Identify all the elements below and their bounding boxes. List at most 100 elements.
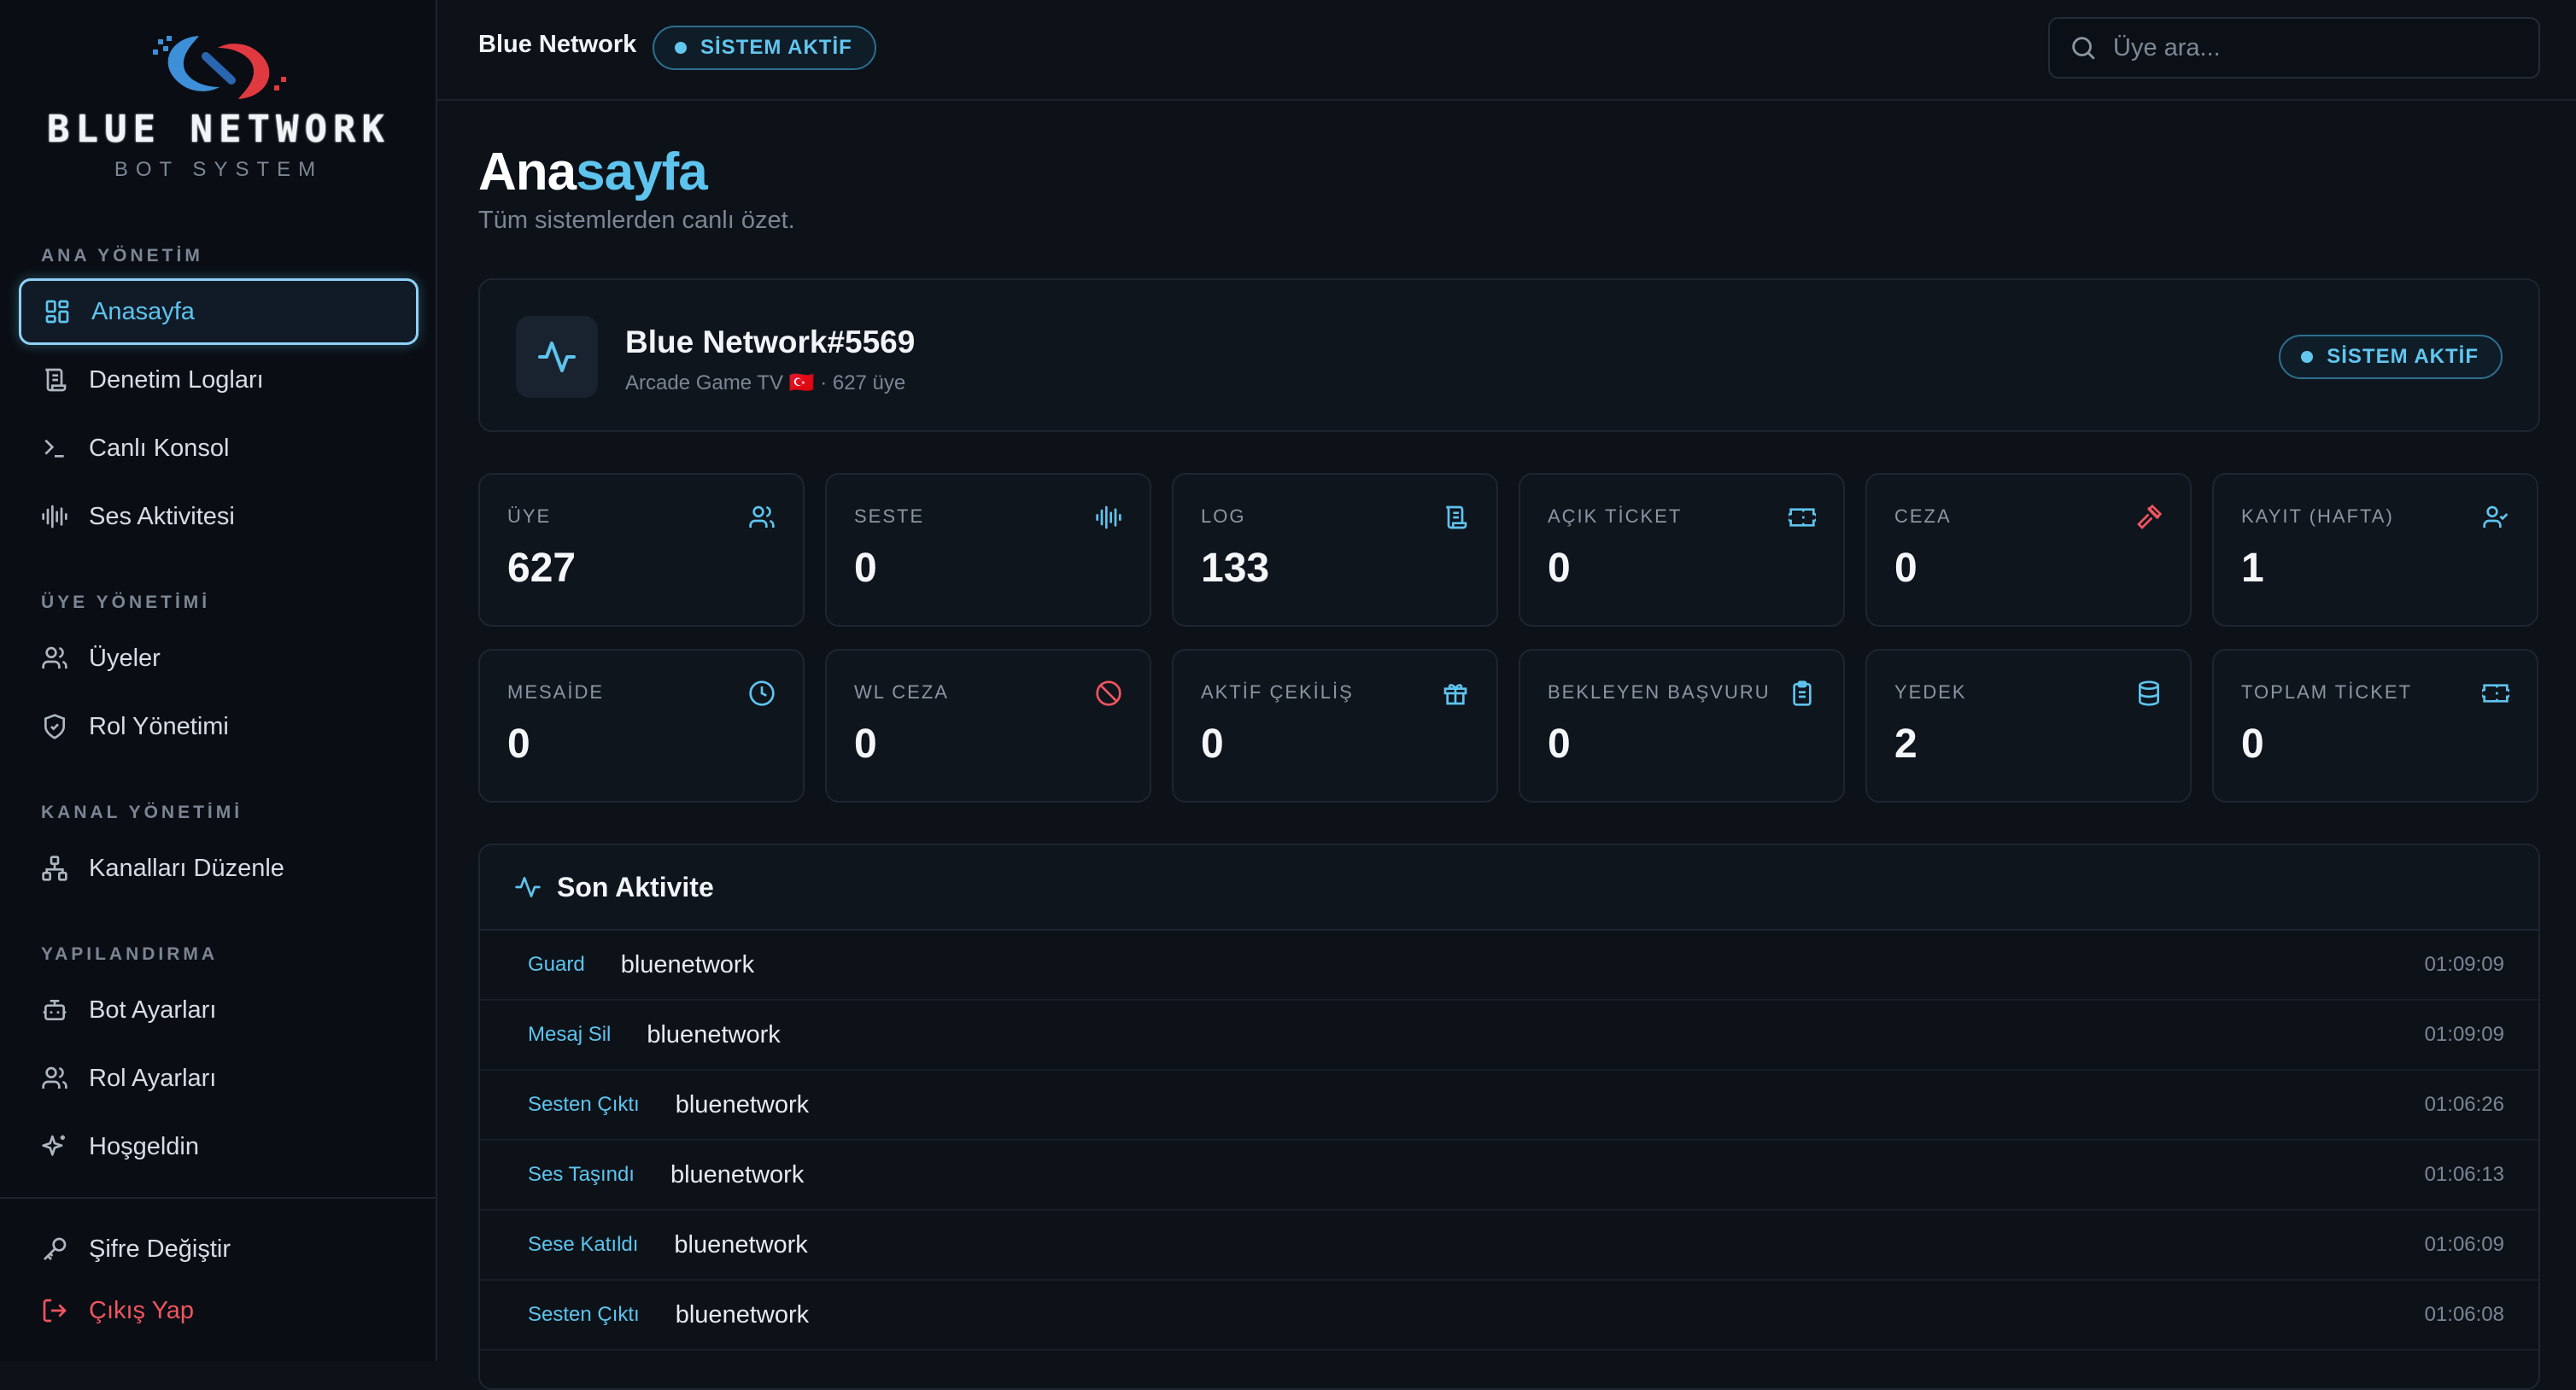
scroll-icon bbox=[45, 368, 67, 392]
activity-type: Sese Katıldı bbox=[528, 1233, 639, 1256]
sidebar-item-rol-yonetimi[interactable]: Rol Yönetimi bbox=[19, 693, 419, 760]
stat-label: MESAİDE bbox=[507, 681, 605, 703]
topbar-title: Blue Network bbox=[478, 31, 637, 58]
sidebar-item-hosgeldin[interactable]: Hoşgeldin bbox=[19, 1113, 419, 1180]
activity-row[interactable]: Ses Taşındı bluenetwork 01:06:13 bbox=[480, 1141, 2538, 1211]
logout-icon bbox=[43, 1299, 67, 1323]
sidebar-item-canli-konsol[interactable]: Canlı Konsol bbox=[19, 415, 419, 482]
sidebar-item-bot-ayarlari[interactable]: Bot Ayarları bbox=[19, 977, 419, 1043]
brand: BLUE NETWORK BOT SYSTEM bbox=[0, 31, 437, 182]
activity-icon bbox=[515, 877, 541, 897]
sidebar-item-rol-ayarlari[interactable]: Rol Ayarları bbox=[19, 1045, 419, 1112]
activity-user: bluenetwork bbox=[675, 1300, 810, 1329]
stat-label: LOG bbox=[1201, 505, 1246, 527]
logout-button[interactable]: Çıkış Yap bbox=[19, 1277, 419, 1344]
activity-type: Guard bbox=[528, 953, 585, 976]
activity-type: Sesten Çıktı bbox=[528, 1303, 640, 1326]
activity-user: bluenetwork bbox=[674, 1230, 808, 1259]
section-label-ana-yonetim: ANA YÖNETİM bbox=[41, 246, 203, 266]
status-badge-label: SİSTEM AKTİF bbox=[700, 36, 852, 59]
stat-label: AÇIK TİCKET bbox=[1548, 505, 1683, 527]
activity-time: 01:06:08 bbox=[2424, 1303, 2504, 1326]
gift-icon bbox=[1443, 684, 1467, 705]
stat-label: ÜYE bbox=[507, 505, 552, 527]
stat-value: 0 bbox=[2241, 721, 2264, 767]
search-icon bbox=[2072, 37, 2095, 60]
stat-value: 0 bbox=[1548, 546, 1571, 591]
activity-user: bluenetwork bbox=[620, 950, 755, 978]
stat-card-aktif-cekilis: AKTİF ÇEKİLİŞ 0 bbox=[1172, 649, 1498, 803]
stat-value: 627 bbox=[507, 546, 577, 591]
sidebar-item-sifre-degistir[interactable]: Şifre Değiştir bbox=[19, 1216, 419, 1282]
sidebar-item-kanallari-duzenle[interactable]: Kanalları Düzenle bbox=[19, 835, 419, 902]
sidebar-item-label: Rol Ayarları bbox=[89, 1064, 217, 1092]
stat-card-kayit-hafta: KAYIT (HAFTA) 1 bbox=[2212, 473, 2538, 627]
bot-icon bbox=[43, 1000, 67, 1020]
gavel-icon bbox=[2137, 504, 2163, 529]
audio-wave-icon bbox=[42, 505, 67, 529]
stat-card-bekleyen-basvuru: BEKLEYEN BAŞVURU 0 bbox=[1519, 649, 1845, 803]
stat-card-toplam-ticket: TOPLAM TİCKET 0 bbox=[2212, 649, 2538, 803]
stat-label: WL CEZA bbox=[854, 681, 949, 703]
sidebar-item-ses-aktivitesi[interactable]: Ses Aktivitesi bbox=[19, 483, 419, 550]
sidebar-item-label: Ses Aktivitesi bbox=[89, 502, 235, 530]
search-input[interactable] bbox=[2111, 32, 2521, 63]
activity-type: Sesten Çıktı bbox=[528, 1093, 640, 1116]
scroll-icon bbox=[1446, 505, 1467, 529]
users-icon bbox=[749, 505, 775, 528]
clipboard-icon bbox=[1793, 680, 1812, 706]
stat-value: 0 bbox=[854, 721, 877, 767]
activity-row[interactable]: Sesten Çıktı bluenetwork 01:06:08 bbox=[480, 1281, 2538, 1351]
stat-label: SESTE bbox=[854, 505, 925, 527]
activity-icon bbox=[538, 342, 576, 372]
stat-label: CEZA bbox=[1894, 505, 1952, 527]
stat-value: 0 bbox=[1894, 546, 1917, 591]
activity-user: bluenetwork bbox=[647, 1020, 781, 1048]
activity-row[interactable]: Sese Katıldı bluenetwork 01:06:09 bbox=[480, 1211, 2538, 1281]
stat-card-mesaide: MESAİDE 0 bbox=[478, 649, 805, 803]
activity-row[interactable]: Mesaj Sil bluenetwork 01:09:09 bbox=[480, 1001, 2538, 1071]
sidebar-item-label: Denetim Logları bbox=[89, 365, 264, 394]
sidebar-item-label: Anasayfa bbox=[91, 297, 195, 325]
server-card: Blue Network#5569 Arcade Game TV 🇹🇷 · 62… bbox=[478, 278, 2540, 432]
app: BLUE NETWORK BOT SYSTEM ANA YÖNETİM Anas… bbox=[0, 0, 2576, 1390]
brand-subtitle: BOT SYSTEM bbox=[114, 158, 324, 181]
users-icon bbox=[42, 646, 67, 669]
stat-card-log: LOG 133 bbox=[1172, 473, 1498, 627]
status-badge-label: SİSTEM AKTİF bbox=[2327, 345, 2479, 368]
ticket-icon bbox=[1789, 508, 1816, 527]
stat-value: 0 bbox=[507, 721, 530, 767]
sidebar-item-uyeler[interactable]: Üyeler bbox=[19, 625, 419, 692]
activity-panel: Son Aktivite Guard bluenetwork 01:09:09 … bbox=[478, 844, 2540, 1390]
server-status-badge: SİSTEM AKTİF bbox=[2279, 335, 2503, 379]
stat-label: BEKLEYEN BAŞVURU bbox=[1548, 681, 1771, 703]
stat-label: KAYIT (HAFTA) bbox=[2241, 505, 2394, 527]
sidebar: BLUE NETWORK BOT SYSTEM ANA YÖNETİM Anas… bbox=[0, 0, 437, 1361]
sparkles-icon bbox=[42, 1135, 65, 1156]
stat-value: 0 bbox=[1201, 721, 1224, 767]
activity-time: 01:06:13 bbox=[2424, 1163, 2504, 1186]
activity-type: Ses Taşındı bbox=[528, 1163, 635, 1186]
sidebar-item-label: Canlı Konsol bbox=[89, 434, 230, 462]
sidebar-item-denetim-loglari[interactable]: Denetim Logları bbox=[19, 347, 419, 413]
sidebar-item-anasayfa[interactable]: Anasayfa bbox=[19, 278, 419, 345]
section-label-kanal-yonetimi: KANAL YÖNETİMİ bbox=[41, 803, 243, 822]
sidebar-item-label: Üyeler bbox=[89, 644, 161, 672]
activity-row[interactable]: Sesten Çıktı bluenetwork 01:06:26 bbox=[480, 1071, 2538, 1141]
stat-label: YEDEK bbox=[1894, 681, 1967, 703]
activity-time: 01:09:09 bbox=[2424, 953, 2504, 976]
logout-label: Çıkış Yap bbox=[89, 1296, 195, 1324]
user-check-icon bbox=[2483, 505, 2509, 528]
stat-card-wl-ceza: WL CEZA 0 bbox=[825, 649, 1151, 803]
stat-card-acik-ticket: AÇIK TİCKET 0 bbox=[1519, 473, 1845, 627]
main-content: Blue Network SİSTEM AKTİF Anasayfa Tüm s… bbox=[437, 0, 2576, 1390]
brand-name: BLUE NETWORK bbox=[47, 108, 390, 151]
stat-card-ceza: CEZA 0 bbox=[1865, 473, 2192, 627]
terminal-icon bbox=[44, 439, 64, 458]
audio-wave-icon bbox=[1096, 505, 1121, 529]
stat-card-yedek: YEDEK 2 bbox=[1865, 649, 2192, 803]
page-title-part1: Ana bbox=[478, 143, 577, 201]
search-box[interactable] bbox=[2048, 17, 2540, 79]
activity-row[interactable]: Guard bluenetwork 01:09:09 bbox=[480, 931, 2538, 1001]
stat-value: 133 bbox=[1201, 546, 1270, 591]
